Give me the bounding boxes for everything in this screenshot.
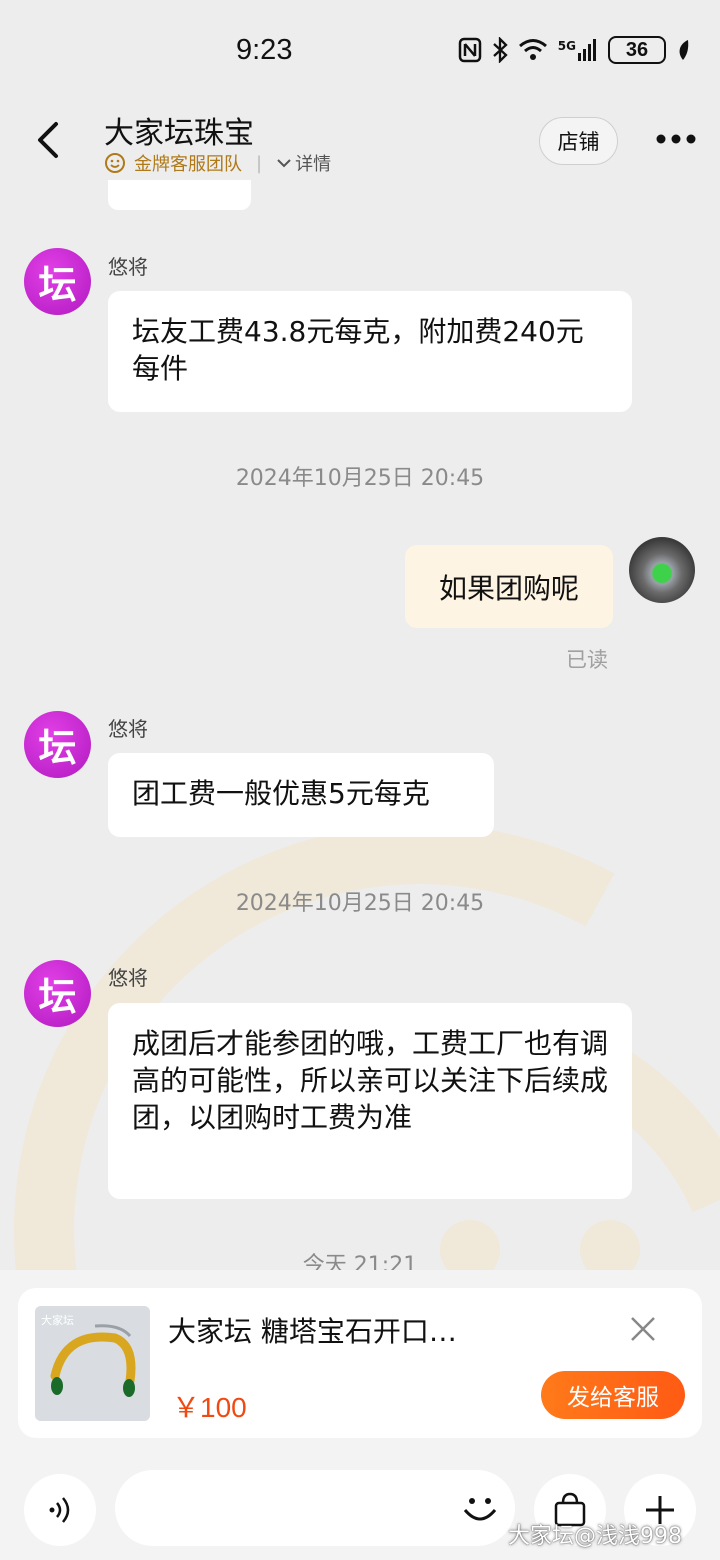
divider: | — [256, 152, 263, 174]
voice-button[interactable] — [24, 1474, 96, 1546]
product-card[interactable]: 大家坛 大家坛 糖塔宝石开口… ￥100 发给客服 — [18, 1288, 702, 1438]
sender-name: 悠将 — [108, 966, 148, 990]
voice-icon — [49, 1497, 70, 1523]
service-team-badge: 金牌客服团队 — [134, 154, 242, 175]
read-status: 已读 — [566, 648, 608, 672]
header-subtitle: 金牌客服团队 | 详情 — [104, 150, 331, 176]
sender-name: 悠将 — [108, 255, 148, 279]
product-title: 大家坛 糖塔宝石开口… — [168, 1315, 457, 1348]
product-image-logo: 大家坛 — [41, 1314, 74, 1327]
shop-title: 大家坛珠宝 — [104, 116, 254, 151]
message-input[interactable] — [115, 1470, 515, 1546]
back-arrow-icon[interactable] — [34, 120, 64, 160]
status-icons: 5G 36 — [458, 36, 690, 64]
bluetooth-icon — [493, 37, 508, 63]
product-price: ￥100 — [172, 1392, 247, 1423]
more-options-icon[interactable] — [655, 132, 697, 146]
chevron-down-icon — [277, 159, 291, 168]
message-bubble[interactable]: 坛友工费43.8元每克，附加费240元每件 — [108, 291, 632, 412]
network-signal: 5G — [558, 39, 598, 61]
smiley-badge-icon — [105, 153, 125, 173]
wifi-icon — [518, 39, 547, 60]
message-bubble[interactable]: 团工费一般优惠5元每克 — [108, 753, 494, 837]
message-bubble[interactable]: 成团后才能参团的哦，工费工厂也有调高的可能性，所以亲可以关注下后续成团，以团购时… — [108, 1003, 632, 1199]
emoji-icon[interactable] — [459, 1488, 501, 1530]
message-timestamp: 2024年10月25日 20:45 — [235, 891, 485, 916]
sender-name: 悠将 — [108, 717, 148, 741]
watermark: 大家坛@浅浅998 — [508, 1524, 682, 1549]
network-label: 5G — [557, 39, 576, 53]
product-image[interactable]: 大家坛 — [35, 1306, 150, 1421]
shop-avatar[interactable]: 坛 — [24, 960, 91, 1027]
signal-icon — [578, 39, 596, 61]
previous-message-bubble — [108, 180, 251, 210]
shop-avatar[interactable]: 坛 — [24, 248, 91, 315]
message-timestamp: 2024年10月25日 20:45 — [235, 466, 485, 491]
detail-toggle[interactable]: 详情 — [276, 150, 331, 176]
chat-header: 大家坛珠宝 金牌客服团队 | 详情 店铺 — [0, 100, 720, 186]
store-button[interactable]: 店铺 — [539, 117, 618, 165]
leaf-icon — [679, 40, 689, 60]
user-avatar[interactable] — [629, 537, 695, 603]
status-bar: 9:23 5G 36 — [0, 0, 720, 100]
status-time: 9:23 — [236, 34, 293, 66]
shop-avatar[interactable]: 坛 — [24, 711, 91, 778]
send-to-service-button[interactable]: 发给客服 — [541, 1371, 685, 1419]
battery-indicator: 36 — [608, 36, 666, 64]
nfc-icon — [458, 37, 482, 63]
detail-label: 详情 — [295, 154, 332, 175]
close-icon[interactable] — [630, 1316, 656, 1342]
my-message-bubble[interactable]: 如果团购呢 — [405, 545, 613, 628]
